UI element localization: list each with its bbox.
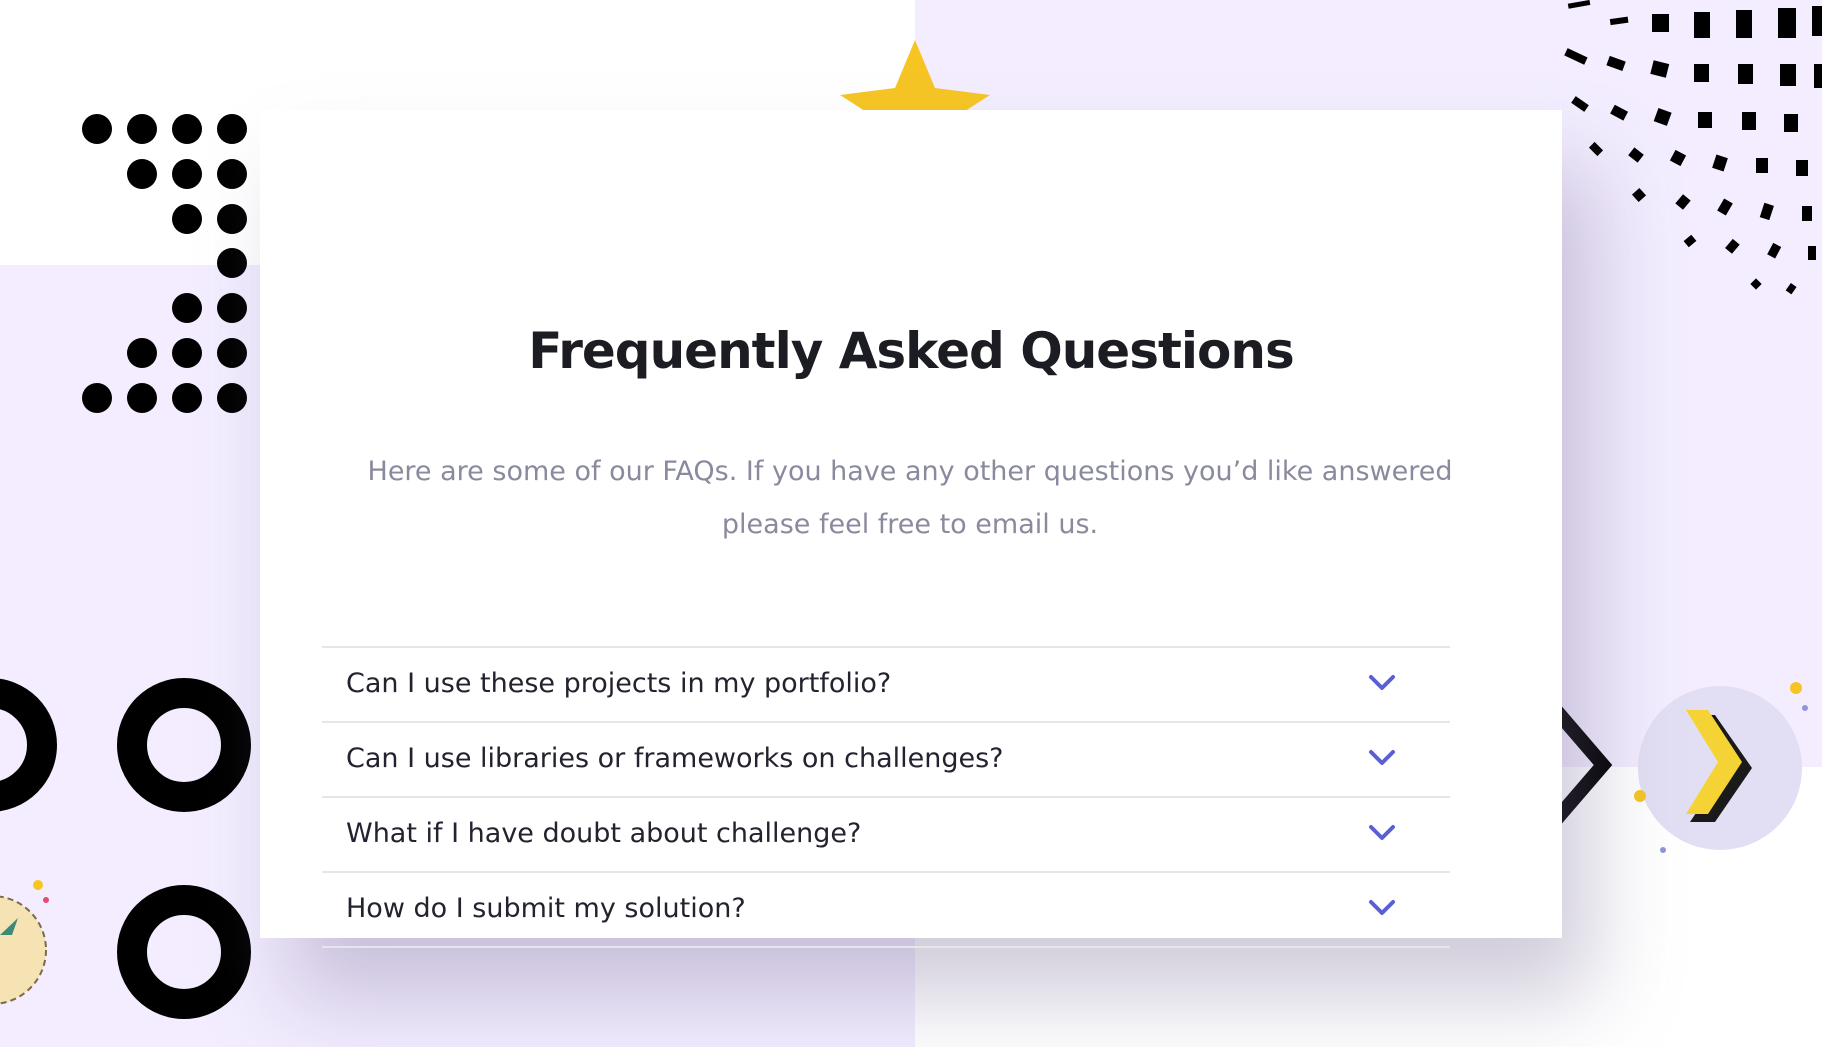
chevron-down-icon[interactable] [1367,898,1397,918]
faq-card: Frequently Asked Questions Here are some… [260,110,1562,948]
chevron-down-icon[interactable] [1367,673,1397,693]
faq-item-portfolio[interactable]: Can I use these projects in my portfolio… [322,648,1450,723]
page-subtitle: Here are some of our FAQs. If you have a… [345,445,1475,551]
faq-list: Can I use these projects in my portfolio… [322,646,1450,948]
chevron-down-icon[interactable] [1367,823,1397,843]
faq-question: Can I use libraries or frameworks on cha… [346,743,1004,774]
faq-item-libraries[interactable]: Can I use libraries or frameworks on cha… [322,723,1450,798]
faq-item-submit[interactable]: How do I submit my solution? [322,873,1450,948]
faq-item-doubt[interactable]: What if I have doubt about challenge? [322,798,1450,873]
faq-question: How do I submit my solution? [346,893,746,924]
chevron-down-icon[interactable] [1367,748,1397,768]
subtitle-line-1: Here are some of our FAQs. If you have a… [367,456,1453,487]
badge-icon [0,880,49,1005]
faq-question: What if I have doubt about challenge? [346,818,862,849]
dot-grid-icon [82,114,247,413]
faq-question: Can I use these projects in my portfolio… [346,668,892,699]
subtitle-line-2: please feel free to email us. [721,509,1099,540]
halftone-icon [1564,0,1822,295]
page-title: Frequently Asked Questions [528,322,1294,380]
arrow-button-icon [1634,682,1808,853]
